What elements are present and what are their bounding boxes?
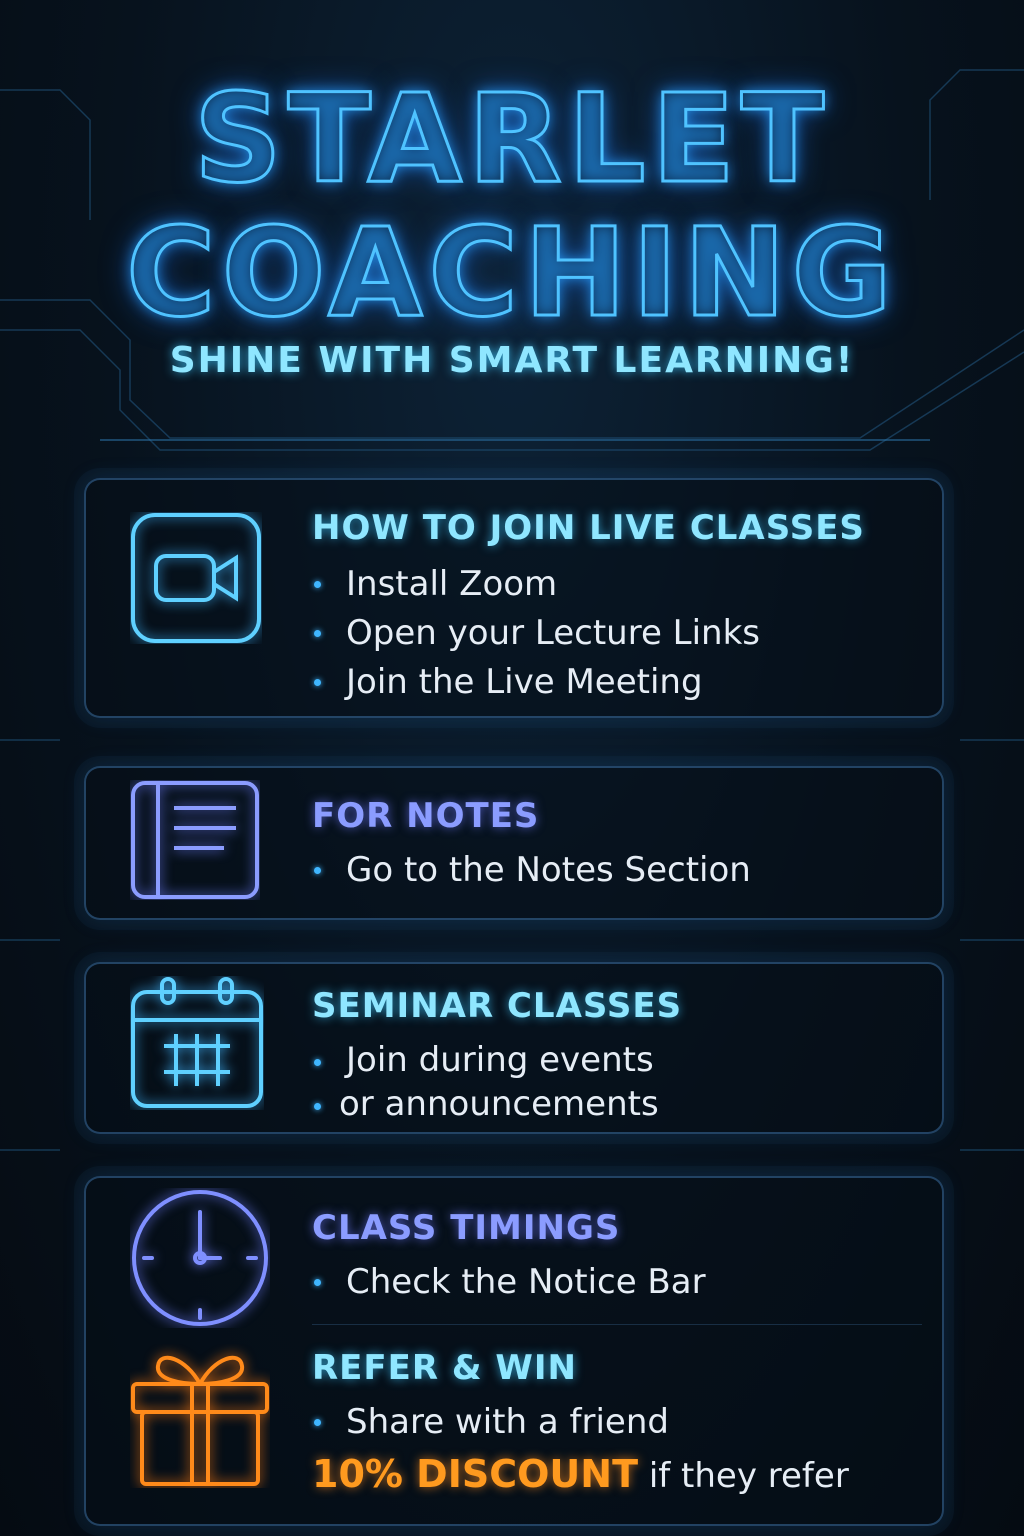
discount-amount: 10% DISCOUNT	[312, 1452, 639, 1496]
gift-icon	[131, 1355, 269, 1486]
step-list: Check the Notice Bar	[312, 1258, 706, 1307]
section-seminar: SEMINAR CLASSES Join during events or an…	[84, 962, 944, 1134]
list-item: Check the Notice Bar	[312, 1258, 706, 1307]
divider	[312, 1324, 922, 1325]
tagline: SHINE WITH SMART LEARNING!	[169, 340, 855, 381]
list-item: Open your Lecture Links	[312, 609, 760, 658]
section-title: CLASS TIMINGS	[312, 1208, 621, 1248]
header: STARLET COACHING SHINE WITH SMART LEARNI…	[0, 0, 1024, 440]
list-item: Join the Live Meeting	[312, 658, 760, 707]
list-item: Join during events	[312, 1038, 666, 1082]
list-item-continuation: or announcements	[312, 1082, 666, 1126]
video-camera-icon	[131, 513, 261, 643]
calendar-icon	[131, 977, 263, 1108]
step-list: Go to the Notes Section	[312, 846, 751, 895]
step-list: Join during events or announcements	[312, 1038, 666, 1126]
title-coaching: COACHING	[125, 202, 898, 344]
title-starlet: STARLET	[192, 68, 831, 210]
section-title: REFER & WIN	[312, 1348, 577, 1388]
list-item: Go to the Notes Section	[312, 846, 751, 895]
notebook-icon	[131, 781, 259, 899]
section-notes: FOR NOTES Go to the Notes Section	[84, 766, 944, 920]
list-item: Share with a friend	[312, 1398, 669, 1447]
clock-icon	[132, 1190, 268, 1326]
discount-line: 10% DISCOUNT if they refer	[312, 1452, 849, 1496]
section-title: FOR NOTES	[312, 796, 540, 836]
section-title: HOW TO JOIN LIVE CLASSES	[312, 508, 865, 548]
section-timings-refer: CLASS TIMINGS Check the Notice Bar REFER…	[84, 1176, 944, 1526]
list-item: Install Zoom	[312, 560, 760, 609]
section-live-classes: HOW TO JOIN LIVE CLASSES Install Zoom Op…	[84, 478, 944, 718]
section-title: SEMINAR CLASSES	[312, 986, 683, 1026]
discount-condition: if they refer	[648, 1456, 849, 1496]
step-list: Install Zoom Open your Lecture Links Joi…	[312, 560, 760, 707]
step-list: Share with a friend	[312, 1398, 669, 1447]
